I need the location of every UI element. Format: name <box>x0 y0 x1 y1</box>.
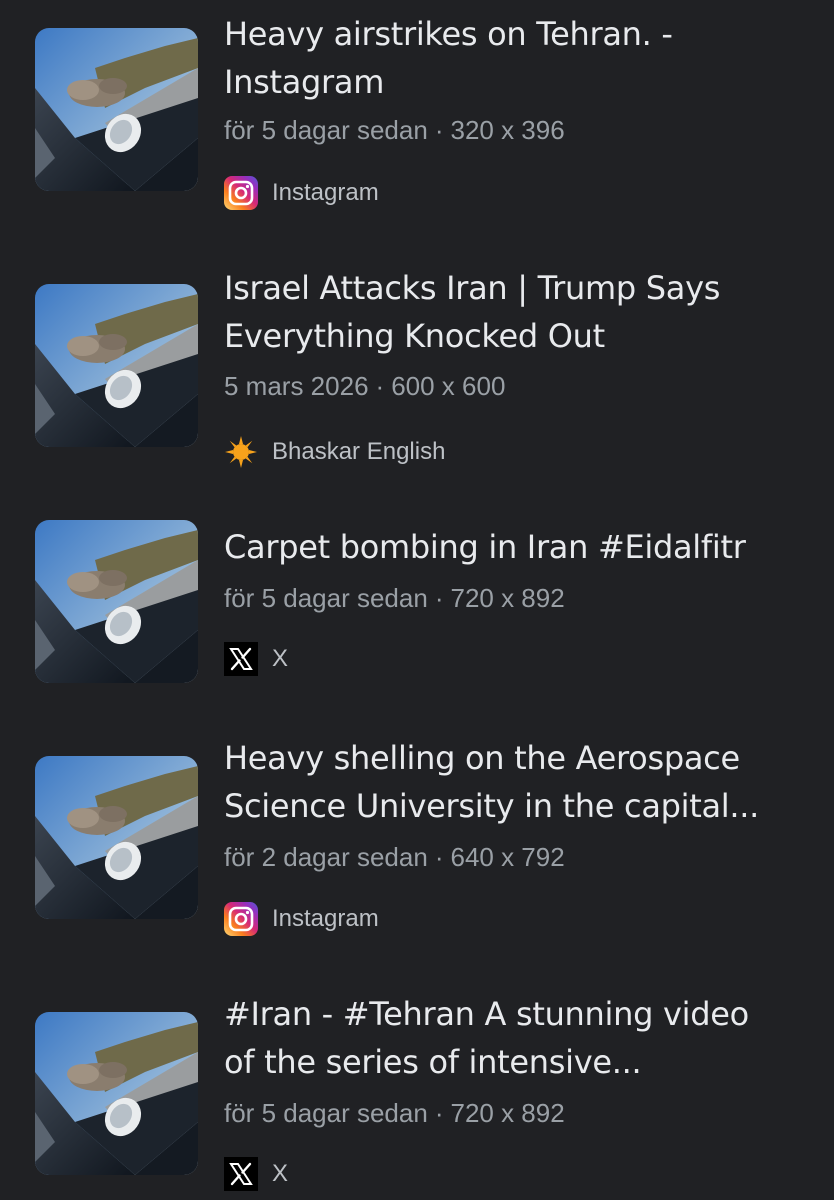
result-meta: för 5 dagar sedan · 720 x 892 <box>224 1097 565 1129</box>
result-title-line: Carpet bombing in Iran #Eidalfitr <box>224 528 746 566</box>
result-item[interactable]: Israel Attacks Iran | Trump Says Everyth… <box>0 264 834 504</box>
result-date: för 5 dagar sedan <box>224 115 428 145</box>
result-date: för 5 dagar sedan <box>224 1098 428 1128</box>
result-meta: 5 mars 2026 · 600 x 600 <box>224 370 505 402</box>
result-title[interactable]: #Iran - #Tehran A stunning video of the … <box>224 990 824 1086</box>
video-thumbnail-image <box>35 520 198 683</box>
result-title-line: of the series of intensive... <box>224 1043 642 1081</box>
meta-separator: · <box>434 115 444 145</box>
result-source[interactable]: X <box>224 1156 288 1192</box>
result-title-line: #Iran - #Tehran A stunning video <box>224 995 749 1033</box>
result-title[interactable]: Carpet bombing in Iran #Eidalfitr <box>224 523 824 571</box>
result-title[interactable]: Heavy airstrikes on Tehran. - Instagram <box>224 10 824 106</box>
result-item[interactable]: Carpet bombing in Iran #Eidalfitr för 5 … <box>0 523 834 763</box>
result-title-line: Israel Attacks Iran | Trump Says <box>224 269 721 307</box>
result-item[interactable]: Heavy airstrikes on Tehran. - Instagram … <box>0 10 834 250</box>
result-thumbnail[interactable] <box>35 756 198 919</box>
result-source[interactable]: Instagram <box>224 175 379 211</box>
result-title[interactable]: Israel Attacks Iran | Trump Says Everyth… <box>224 264 824 360</box>
result-dimensions: 720 x 892 <box>450 583 565 613</box>
result-source[interactable]: Instagram <box>224 901 379 937</box>
instagram-icon <box>224 902 258 936</box>
result-dimensions: 320 x 396 <box>450 115 565 145</box>
source-name: Bhaskar English <box>272 438 446 465</box>
result-source[interactable]: X <box>224 641 288 677</box>
result-date: för 5 dagar sedan <box>224 583 428 613</box>
result-meta: för 5 dagar sedan · 720 x 892 <box>224 582 565 614</box>
source-name: X <box>272 1160 289 1187</box>
meta-separator: · <box>434 1098 444 1128</box>
result-thumbnail[interactable] <box>35 28 198 191</box>
meta-separator: · <box>375 371 385 401</box>
x-logo-icon <box>224 1157 258 1191</box>
result-title-line: Science University in the capital... <box>224 787 760 825</box>
x-logo-icon <box>224 642 258 676</box>
result-title-line: Instagram <box>224 63 385 101</box>
instagram-icon <box>224 176 258 210</box>
video-thumbnail-image <box>35 756 198 919</box>
bhaskar-sun-icon <box>224 435 258 469</box>
source-name: X <box>272 645 289 672</box>
result-dimensions: 720 x 892 <box>450 1098 565 1128</box>
image-results-list: Heavy airstrikes on Tehran. - Instagram … <box>0 0 834 1200</box>
result-thumbnail[interactable] <box>35 1012 198 1175</box>
result-title-line: Heavy shelling on the Aerospace <box>224 739 740 777</box>
result-title-line: Heavy airstrikes on Tehran. - <box>224 15 673 53</box>
result-title-line: Everything Knocked Out <box>224 317 605 355</box>
video-thumbnail-image <box>35 1012 198 1175</box>
result-dimensions: 640 x 792 <box>450 842 565 872</box>
video-thumbnail-image <box>35 284 198 447</box>
result-dimensions: 600 x 600 <box>391 371 506 401</box>
result-item[interactable]: #Iran - #Tehran A stunning video of the … <box>0 990 834 1200</box>
source-name: Instagram <box>272 905 379 932</box>
result-thumbnail[interactable] <box>35 520 198 683</box>
result-meta: för 2 dagar sedan · 640 x 792 <box>224 841 565 873</box>
result-meta: för 5 dagar sedan · 320 x 396 <box>224 114 565 146</box>
result-title[interactable]: Heavy shelling on the Aerospace Science … <box>224 734 824 830</box>
result-source[interactable]: Bhaskar English <box>224 434 445 470</box>
video-thumbnail-image <box>35 28 198 191</box>
result-date: för 2 dagar sedan <box>224 842 428 872</box>
result-thumbnail[interactable] <box>35 284 198 447</box>
meta-separator: · <box>434 583 444 613</box>
meta-separator: · <box>434 842 444 872</box>
source-name: Instagram <box>272 179 379 206</box>
result-item[interactable]: Heavy shelling on the Aerospace Science … <box>0 734 834 974</box>
result-date: 5 mars 2026 <box>224 371 369 401</box>
